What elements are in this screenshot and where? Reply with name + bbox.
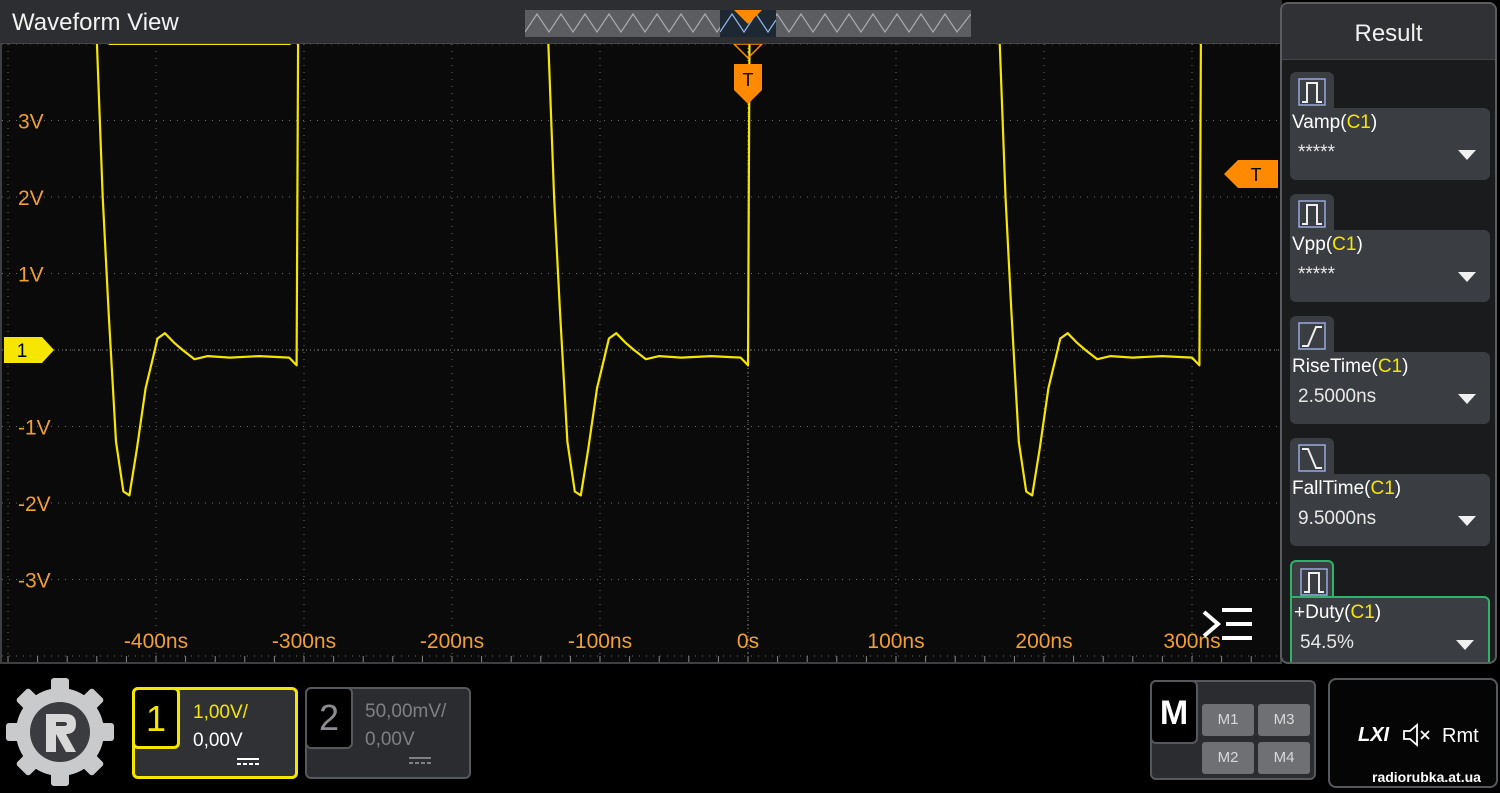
trigger-level-label: T <box>1251 165 1262 185</box>
x-axis-label: 0s <box>737 630 759 653</box>
memory-view-window[interactable] <box>719 10 777 37</box>
speaker-mute-icon[interactable] <box>1402 722 1434 748</box>
y-axis-label: -3V <box>18 570 51 593</box>
x-axis-label: -100ns <box>568 630 632 653</box>
measurement-tab[interactable] <box>1290 72 1334 112</box>
result-title: Result <box>1354 20 1423 47</box>
measurement-name: RiseTime(C1) <box>1292 356 1409 377</box>
channel-2-offset: 0,00V <box>365 729 415 750</box>
chevron-down-icon[interactable] <box>1458 272 1476 282</box>
dc-coupling-icon <box>237 758 259 768</box>
y-axis-label: 3V <box>18 111 44 134</box>
measurement-name: Vpp(C1) <box>1292 234 1363 255</box>
fall-edge-icon <box>1298 444 1326 472</box>
pulse-amplitude-icon <box>1298 78 1326 106</box>
channel-1-waveform <box>95 44 1202 497</box>
measurement-vamp[interactable]: Vamp(C1) ***** <box>1290 72 1490 190</box>
math-m1-button[interactable]: M1 <box>1202 704 1254 736</box>
waveform-grid[interactable]: 3V 2V 1V -1V -2V -3V -400ns -300ns -200ns -100ns 0… <box>2 44 1280 662</box>
measurement-body[interactable]: RiseTime(C1) 2.5000ns <box>1290 352 1490 424</box>
page-title: Waveform View <box>12 9 179 36</box>
measurement-value: 2.5000ns <box>1298 386 1377 407</box>
y-axis-label: -2V <box>18 493 51 516</box>
measurement-tab[interactable] <box>1290 438 1334 478</box>
y-axis-label: -1V <box>18 417 51 440</box>
measurement-falltime[interactable]: FallTime(C1) 9.5000ns <box>1290 438 1490 556</box>
menu-collapse-icon[interactable] <box>1200 604 1256 644</box>
measurement-tab[interactable] <box>1290 560 1334 600</box>
math-m3-button[interactable]: M3 <box>1258 704 1310 736</box>
math-m4-button[interactable]: M4 <box>1258 742 1310 774</box>
channel-1-control[interactable]: 1 1,00V/ 0,00V <box>132 687 298 779</box>
math-label[interactable]: M <box>1150 680 1198 744</box>
measurement-body[interactable]: Vamp(C1) ***** <box>1290 108 1490 180</box>
channel-1-offset: 0,00V <box>193 730 243 751</box>
measurement-value: ***** <box>1298 142 1335 163</box>
home-gear-logo-icon[interactable] <box>4 676 116 788</box>
x-axis-label: 200ns <box>1015 630 1072 653</box>
measurement-tab[interactable] <box>1290 194 1334 234</box>
trigger-position-marker-icon[interactable]: T <box>734 64 762 104</box>
channel-1-offset-marker-icon[interactable]: 1 <box>4 337 54 363</box>
rise-edge-icon <box>1298 322 1326 350</box>
measurement-body[interactable]: Vpp(C1) ***** <box>1290 230 1490 302</box>
measurement-vpp[interactable]: Vpp(C1) ***** <box>1290 194 1490 312</box>
watermark: radiorubka.at.ua <box>1372 769 1481 785</box>
remote-status[interactable]: Rmt <box>1442 725 1479 748</box>
trigger-marker-label: T <box>743 70 754 90</box>
measurement-name: FallTime(C1) <box>1292 478 1402 499</box>
lxi-status[interactable]: LXI <box>1358 724 1389 747</box>
measurement-value: 54.5% <box>1300 632 1354 653</box>
measurement-body[interactable]: +Duty(C1) 54.5% <box>1290 596 1490 662</box>
measurement-value: ***** <box>1298 264 1335 285</box>
measurement-body[interactable]: FallTime(C1) 9.5000ns <box>1290 474 1490 546</box>
dc-coupling-icon <box>409 757 431 767</box>
channel-2-control[interactable]: 2 50,00mV/ 0,00V <box>305 687 471 779</box>
measurement-tab[interactable] <box>1290 316 1334 356</box>
x-axis-label: -300ns <box>272 630 336 653</box>
measurement-duty[interactable]: +Duty(C1) 54.5% <box>1290 560 1490 662</box>
result-header[interactable]: Result <box>1282 4 1495 60</box>
channel-1-scale: 1,00V/ <box>193 702 248 723</box>
pulse-peak-icon <box>1298 200 1326 228</box>
chevron-down-icon[interactable] <box>1458 394 1476 404</box>
measurement-risetime[interactable]: RiseTime(C1) 2.5000ns <box>1290 316 1490 434</box>
memory-window-wave <box>719 10 777 34</box>
math-control[interactable]: M M1 M3 M2 M4 <box>1150 680 1316 780</box>
duty-cycle-icon <box>1300 568 1328 596</box>
y-axis-label: 2V <box>18 187 44 210</box>
trigger-level-marker-icon[interactable]: T <box>1224 160 1278 189</box>
measurement-value: 9.5000ns <box>1298 508 1377 529</box>
chevron-down-icon[interactable] <box>1458 516 1476 526</box>
result-panel: Result Vamp(C1) ***** Vpp(C1) ***** Rise… <box>1280 2 1497 664</box>
measurement-name: +Duty(C1) <box>1294 602 1382 623</box>
channel-marker-label: 1 <box>17 341 28 362</box>
chevron-down-icon[interactable] <box>1456 640 1474 650</box>
y-axis-label: 1V <box>18 264 44 287</box>
x-axis-label: 100ns <box>867 630 924 653</box>
channel-1-number[interactable]: 1 <box>132 687 180 749</box>
chevron-down-icon[interactable] <box>1458 150 1476 160</box>
math-m2-button[interactable]: M2 <box>1202 742 1254 774</box>
measurement-name: Vamp(C1) <box>1292 112 1378 133</box>
channel-2-scale: 50,00mV/ <box>365 701 447 722</box>
channel-2-number[interactable]: 2 <box>305 687 353 749</box>
x-axis-label: -200ns <box>420 630 484 653</box>
x-axis-label: -400ns <box>124 630 188 653</box>
